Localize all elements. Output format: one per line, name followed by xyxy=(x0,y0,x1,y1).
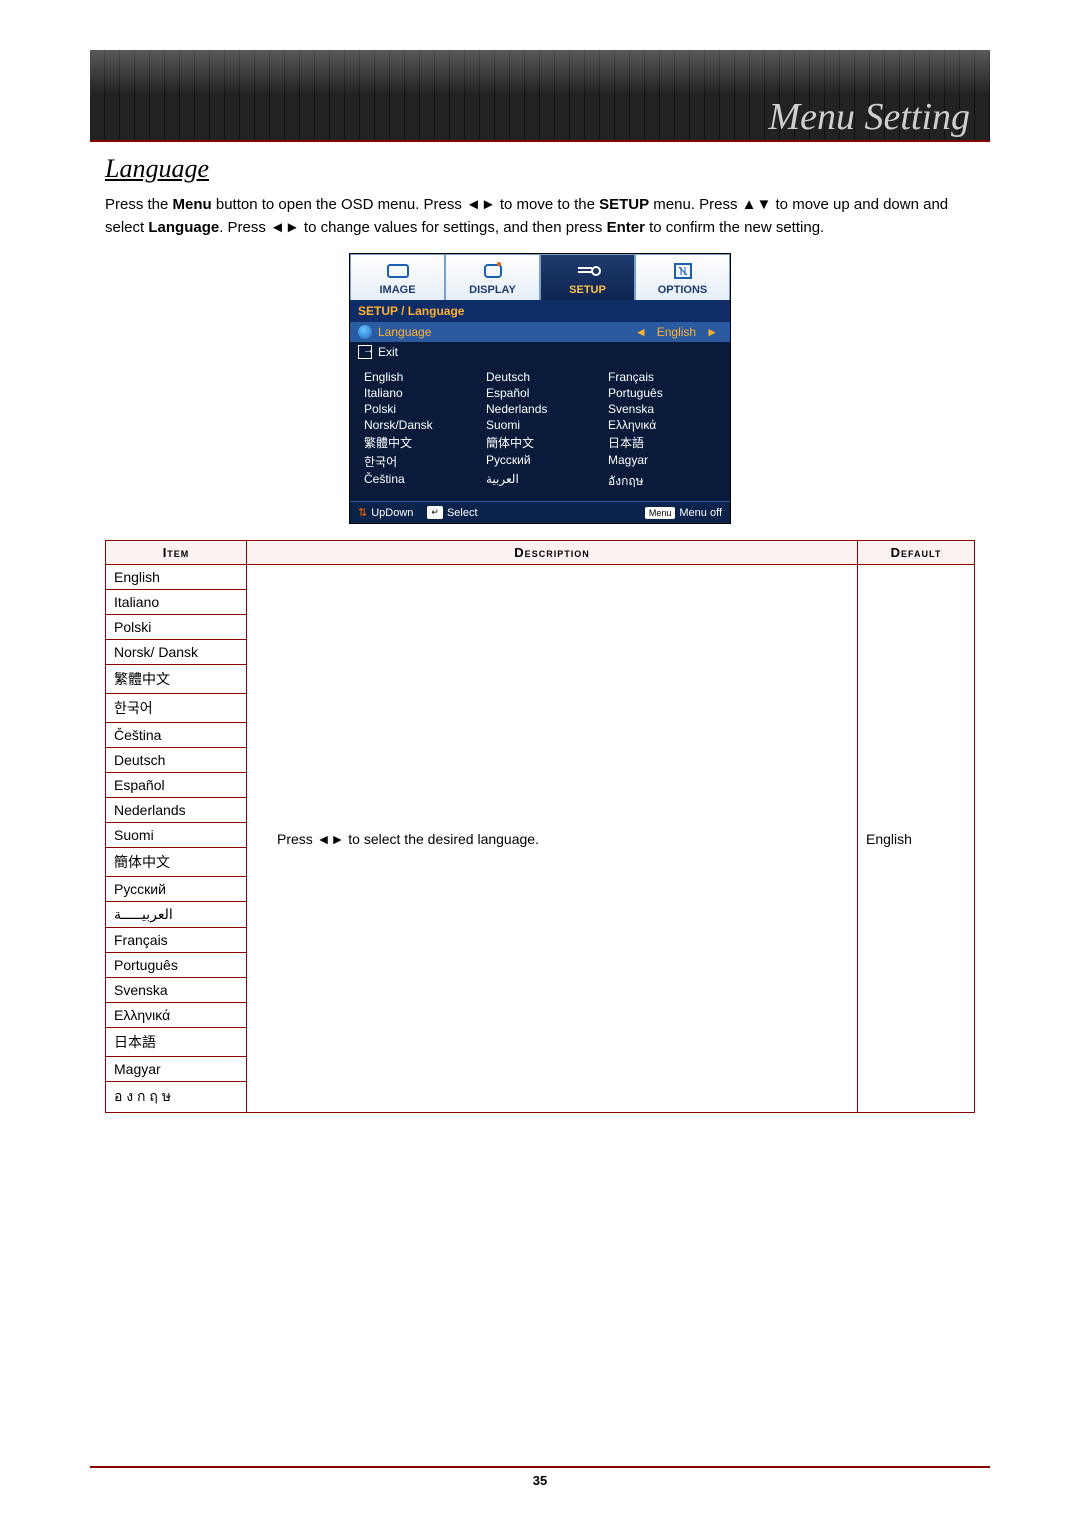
intro-bold-enter: Enter xyxy=(607,219,645,236)
table-item: Nederlands xyxy=(106,798,246,823)
display-icon xyxy=(479,261,507,281)
osd-language-option[interactable]: Español xyxy=(486,386,598,400)
osd-tabs: IMAGEDISPLAYSETUPOPTIONS xyxy=(350,254,730,300)
osd-language-row[interactable]: Language ◄ English ► xyxy=(350,322,730,342)
page-number: 35 xyxy=(0,1473,1080,1488)
table-item: Français xyxy=(106,928,246,953)
osd-tab-options[interactable]: OPTIONS xyxy=(635,254,730,300)
exit-icon xyxy=(358,345,372,359)
menuoff-label: Menu off xyxy=(679,507,722,519)
table-item: Polski xyxy=(106,615,246,640)
osd-language-option[interactable]: Deutsch xyxy=(486,370,598,384)
tab-label: IMAGE xyxy=(351,284,444,296)
setup-icon xyxy=(574,261,602,281)
osd-language-option[interactable]: Ελληνικά xyxy=(608,418,720,432)
intro-paragraph: Press the Menu button to open the OSD me… xyxy=(105,194,975,239)
osd-language-option[interactable]: Čeština xyxy=(364,472,476,491)
table-item: Svenska xyxy=(106,978,246,1003)
osd-language-value: English xyxy=(651,325,702,339)
select-hint: ↵ Select xyxy=(427,506,477,519)
osd-tab-setup[interactable]: SETUP xyxy=(540,254,635,300)
table-item: Ελληνικά xyxy=(106,1003,246,1028)
osd-language-option[interactable]: Polski xyxy=(364,402,476,416)
tab-label: OPTIONS xyxy=(636,284,729,296)
table-item: 日本語 xyxy=(106,1028,246,1057)
osd-exit-label: Exit xyxy=(378,345,398,359)
description-cell: Press ◄► to select the desired language. xyxy=(247,565,858,1113)
osd-language-option[interactable]: Norsk/Dansk xyxy=(364,418,476,432)
osd-language-option[interactable]: Svenska xyxy=(608,402,720,416)
table-item: Magyar xyxy=(106,1057,246,1082)
osd-language-option[interactable]: 繁體中文 xyxy=(364,434,476,451)
intro-text: . Press ◄► to change values for settings… xyxy=(219,219,606,236)
table-item: Čeština xyxy=(106,723,246,748)
updown-label: UpDown xyxy=(371,507,413,519)
table-item: Italiano xyxy=(106,590,246,615)
chapter-title: Menu Setting xyxy=(768,95,970,139)
image-icon xyxy=(384,261,412,281)
content-area: Language Press the Menu button to open t… xyxy=(105,150,975,1113)
intro-text: to confirm the new setting. xyxy=(645,219,824,236)
left-arrow-icon[interactable]: ◄ xyxy=(631,325,651,339)
osd-tab-image[interactable]: IMAGE xyxy=(350,254,445,300)
osd-tab-display[interactable]: DISPLAY xyxy=(445,254,540,300)
th-description: Description xyxy=(247,541,858,565)
osd-language-option[interactable]: 日本語 xyxy=(608,434,720,451)
table-item: Português xyxy=(106,953,246,978)
intro-text: Press the xyxy=(105,196,173,213)
updown-hint: ⇅ UpDown xyxy=(358,506,413,519)
table-item: English xyxy=(106,565,246,590)
table-item: Suomi xyxy=(106,823,246,848)
th-item: Item xyxy=(106,541,247,565)
table-item: 한국어 xyxy=(106,694,246,723)
intro-bold-setup: SETUP xyxy=(599,196,649,213)
osd-language-option[interactable]: Русский xyxy=(486,453,598,470)
osd-breadcrumb: SETUP / Language xyxy=(350,300,730,322)
osd-screenshot: IMAGEDISPLAYSETUPOPTIONS SETUP / Languag… xyxy=(105,253,975,524)
menuoff-hint: Menu Menu off xyxy=(645,507,722,519)
osd-language-option[interactable]: อังกฤษ xyxy=(608,472,720,491)
table-item: العربيـــــة xyxy=(106,902,246,928)
osd-exit-row[interactable]: Exit xyxy=(350,342,730,362)
osd-footer: ⇅ UpDown ↵ Select Menu Menu off xyxy=(350,501,730,523)
section-title: Language xyxy=(105,154,975,184)
osd-language-option[interactable]: Italiano xyxy=(364,386,476,400)
th-default: Default xyxy=(858,541,975,565)
osd-language-option[interactable]: Suomi xyxy=(486,418,598,432)
osd-language-option[interactable]: Nederlands xyxy=(486,402,598,416)
tab-label: DISPLAY xyxy=(446,284,539,296)
osd-language-option[interactable]: العربية xyxy=(486,472,598,491)
table-item: Deutsch xyxy=(106,748,246,773)
table-item: Русский xyxy=(106,877,246,902)
options-icon xyxy=(669,261,697,281)
description-table: Item Description Default EnglishItaliano… xyxy=(105,540,975,1113)
osd-language-option[interactable]: 簡体中文 xyxy=(486,434,598,451)
footer-rule xyxy=(90,1466,990,1468)
osd-language-option[interactable]: Français xyxy=(608,370,720,384)
table-item: 繁體中文 xyxy=(106,665,246,694)
right-arrow-icon[interactable]: ► xyxy=(702,325,722,339)
osd-language-option[interactable]: English xyxy=(364,370,476,384)
table-item: Norsk/ Dansk xyxy=(106,640,246,665)
osd-language-option[interactable]: 한국어 xyxy=(364,453,476,470)
osd-language-option[interactable]: Magyar xyxy=(608,453,720,470)
table-item: 簡体中文 xyxy=(106,848,246,877)
intro-text: button to open the OSD menu. Press ◄► to… xyxy=(212,196,599,213)
table-item: Español xyxy=(106,773,246,798)
tab-label: SETUP xyxy=(541,284,634,296)
table-item: อ ง ก ฤ ษ xyxy=(106,1082,246,1112)
globe-icon xyxy=(358,325,372,339)
osd-language-option[interactable]: Português xyxy=(608,386,720,400)
document-page: Menu Setting Language Press the Menu but… xyxy=(0,0,1080,1528)
intro-bold-language: Language xyxy=(148,219,219,236)
default-cell: English xyxy=(858,565,975,1113)
item-list-cell: EnglishItalianoPolskiNorsk/ Dansk繁體中文한국어… xyxy=(106,565,247,1113)
menu-keycap: Menu xyxy=(645,507,676,519)
header-rule xyxy=(90,140,990,142)
select-label: Select xyxy=(447,507,478,519)
osd-panel: IMAGEDISPLAYSETUPOPTIONS SETUP / Languag… xyxy=(349,253,731,524)
osd-language-label: Language xyxy=(378,325,631,339)
osd-language-grid: English Deutsch Français Italiano Español Por… xyxy=(350,362,730,501)
intro-bold-menu: Menu xyxy=(173,196,212,213)
